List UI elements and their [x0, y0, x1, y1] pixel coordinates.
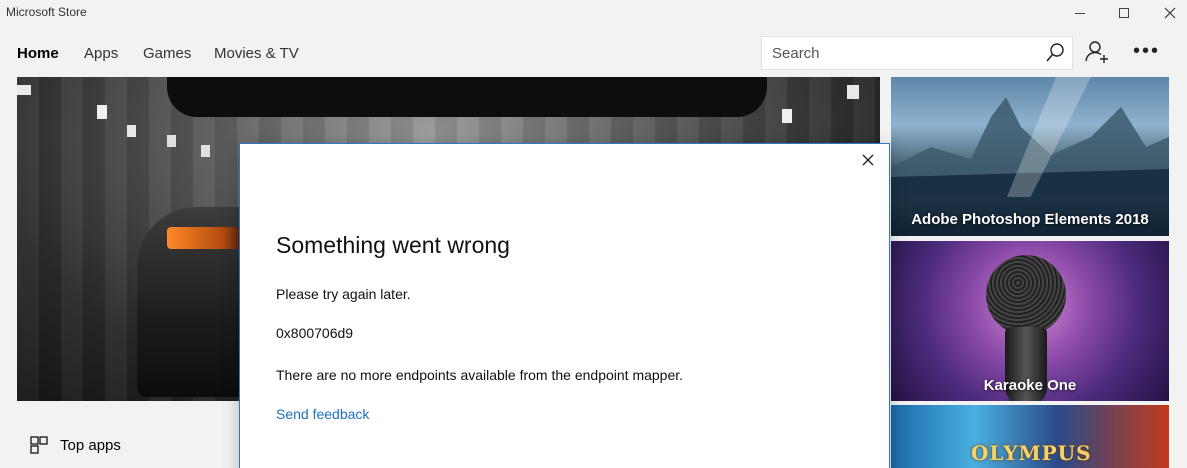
nav-tab-home[interactable]: Home — [17, 45, 59, 62]
more-icon[interactable]: ••• — [1133, 40, 1160, 63]
microphone-icon — [986, 255, 1066, 335]
mountain-graphic — [891, 77, 1169, 197]
account-add-icon[interactable] — [1084, 39, 1110, 65]
minimize-button[interactable] — [1057, 0, 1103, 26]
maximize-button[interactable] — [1101, 0, 1147, 26]
nav-tab-apps[interactable]: Apps — [84, 45, 118, 62]
error-dialog: Something went wrong Please try again la… — [239, 143, 890, 468]
tile-karaoke-one[interactable]: Karaoke One — [891, 241, 1169, 401]
title-bar: Microsoft Store — [0, 0, 1187, 26]
top-apps-link[interactable]: Top apps — [30, 436, 121, 454]
close-icon[interactable] — [858, 150, 878, 170]
maximize-icon — [1119, 8, 1129, 18]
search-icon[interactable] — [1044, 42, 1066, 64]
olympus-logo: OLYMPUS — [971, 441, 1092, 465]
close-icon — [1164, 7, 1176, 19]
nav-bar: Home Apps Games Movies & TV ••• — [0, 26, 1187, 77]
send-feedback-link[interactable]: Send feedback — [276, 406, 369, 422]
tile-photoshop-elements[interactable]: Adobe Photoshop Elements 2018 — [891, 77, 1169, 236]
window-title: Microsoft Store — [6, 5, 87, 19]
car-taillight — [167, 227, 247, 249]
tile-label: Karaoke One — [983, 377, 1077, 394]
grid-icon — [30, 436, 48, 454]
tile-label: Adobe Photoshop Elements 2018 — [911, 211, 1149, 228]
top-apps-label: Top apps — [60, 436, 121, 454]
nav-tab-games[interactable]: Games — [143, 45, 191, 62]
minimize-icon — [1075, 12, 1085, 14]
close-window-button[interactable] — [1147, 0, 1187, 26]
dialog-title: Something went wrong — [276, 232, 510, 258]
tile-olympus[interactable]: OLYMPUS — [891, 405, 1169, 468]
search-box — [761, 36, 1073, 70]
search-input[interactable] — [762, 37, 1032, 69]
error-code: 0x800706d9 — [276, 325, 354, 341]
dialog-message: Please try again later. — [276, 286, 411, 302]
car-spoiler — [167, 77, 767, 117]
error-detail: There are no more endpoints available fr… — [276, 367, 684, 383]
nav-tab-movies-tv[interactable]: Movies & TV — [214, 45, 299, 62]
